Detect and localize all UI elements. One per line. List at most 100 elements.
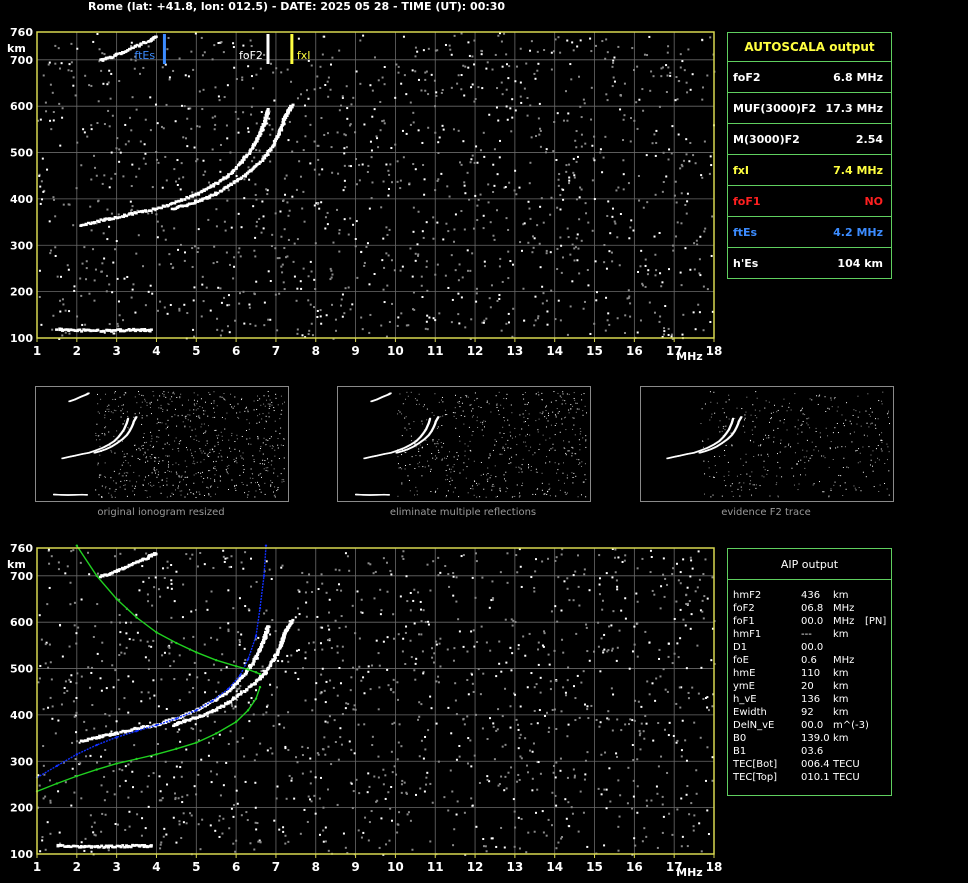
thumb-noise-dot — [104, 434, 106, 436]
noise-dot — [537, 663, 540, 666]
thumb-noise-dot — [229, 447, 231, 449]
thumb-noise-dot — [143, 433, 145, 435]
noise-dot — [86, 135, 89, 138]
noise-dot — [226, 304, 229, 307]
noise-dot — [155, 151, 158, 154]
thumb-noise-dot — [870, 459, 872, 461]
thumb-noise-dot — [154, 457, 156, 459]
noise-dot — [267, 270, 270, 273]
noise-dot — [622, 118, 625, 121]
noise-dot — [469, 269, 472, 272]
noise-dot — [572, 171, 575, 174]
noise-dot — [273, 99, 276, 102]
noise-dot — [386, 233, 389, 236]
noise-dot — [497, 119, 500, 122]
thumb-noise-dot — [508, 458, 510, 460]
noise-dot — [308, 573, 311, 576]
noise-dot — [166, 312, 169, 315]
noise-dot — [569, 253, 572, 256]
thumb-noise-dot — [578, 408, 580, 410]
noise-dot — [377, 776, 380, 779]
thumb-noise-dot — [158, 462, 160, 464]
noise-dot — [365, 245, 368, 248]
thumb-noise-dot — [444, 457, 446, 459]
thumb-noise-dot — [436, 441, 438, 443]
thumb-noise-dot — [887, 446, 889, 448]
noise-dot — [219, 287, 222, 290]
thumb-noise-dot — [749, 489, 751, 491]
noise-dot — [150, 211, 153, 214]
thumb-noise-dot — [789, 402, 791, 404]
noise-dot — [475, 287, 478, 290]
noise-dot — [118, 160, 121, 163]
thumb-noise-dot — [214, 479, 216, 481]
thumb-noise-dot — [164, 443, 166, 445]
thumb-noise-dot — [104, 417, 106, 419]
thumb-noise-dot — [537, 391, 539, 393]
thumb-noise-dot — [283, 438, 285, 440]
noise-dot — [706, 706, 709, 709]
thumb-noise-dot — [196, 461, 198, 463]
noise-dot — [261, 200, 264, 203]
thumb-noise-dot — [543, 493, 545, 495]
x-tick-label: 2 — [73, 344, 81, 358]
thumb-noise-dot — [830, 489, 832, 491]
thumb-noise-dot — [191, 455, 193, 457]
noise-dot — [131, 786, 134, 789]
noise-dot — [269, 280, 272, 283]
thumb-noise-dot — [784, 446, 786, 448]
noise-dot — [470, 86, 473, 89]
thumb-noise-dot — [450, 468, 452, 470]
noise-dot — [296, 332, 299, 335]
noise-dot — [329, 88, 332, 91]
noise-dot — [336, 131, 339, 134]
noise-dot — [698, 578, 701, 581]
noise-dot — [578, 716, 581, 719]
noise-dot — [701, 86, 704, 89]
thumb-noise-dot — [476, 496, 478, 498]
thumb-noise-dot — [267, 439, 269, 441]
thumb-noise-dot — [174, 440, 176, 442]
thumb-noise-dot — [473, 494, 475, 496]
thumb-noise-dot — [259, 488, 261, 490]
thumb-noise-dot — [886, 413, 888, 415]
thumb-noise-dot — [496, 407, 498, 409]
noise-dot — [698, 272, 701, 275]
noise-dot — [520, 585, 523, 588]
noise-dot — [57, 47, 60, 50]
noise-dot — [83, 849, 86, 852]
thumb-noise-dot — [768, 435, 770, 437]
noise-dot — [633, 119, 636, 122]
thumb-noise-dot — [405, 398, 407, 400]
noise-dot — [285, 797, 288, 800]
noise-dot — [709, 321, 712, 324]
noise-dot — [500, 40, 503, 43]
noise-dot — [330, 146, 333, 149]
thumb-noise-dot — [780, 439, 782, 441]
noise-dot — [119, 621, 122, 624]
thumb-noise-dot — [270, 464, 272, 466]
thumb-noise-dot — [195, 496, 197, 498]
noise-dot — [702, 697, 705, 700]
thumb-noise-dot — [397, 495, 399, 497]
noise-dot — [658, 105, 661, 108]
noise-dot — [644, 715, 647, 718]
thumb-noise-dot — [521, 428, 523, 430]
thumb-noise-dot — [208, 493, 210, 495]
noise-dot — [397, 316, 400, 319]
thumb-noise-dot — [879, 484, 881, 486]
thumb-noise-dot — [712, 476, 714, 478]
noise-dot — [118, 708, 121, 711]
thumb-noise-dot — [215, 429, 217, 431]
noise-dot — [144, 304, 147, 307]
noise-dot — [662, 181, 665, 184]
thumb-noise-dot — [857, 462, 859, 464]
thumb-noise-dot — [781, 476, 783, 478]
noise-dot — [62, 203, 65, 206]
autoscala-param-value: 104 km — [837, 257, 883, 270]
noise-dot — [321, 53, 324, 56]
noise-dot — [324, 720, 327, 723]
thumb-noise-dot — [267, 467, 269, 469]
noise-dot — [576, 155, 579, 158]
noise-dot — [579, 186, 582, 189]
